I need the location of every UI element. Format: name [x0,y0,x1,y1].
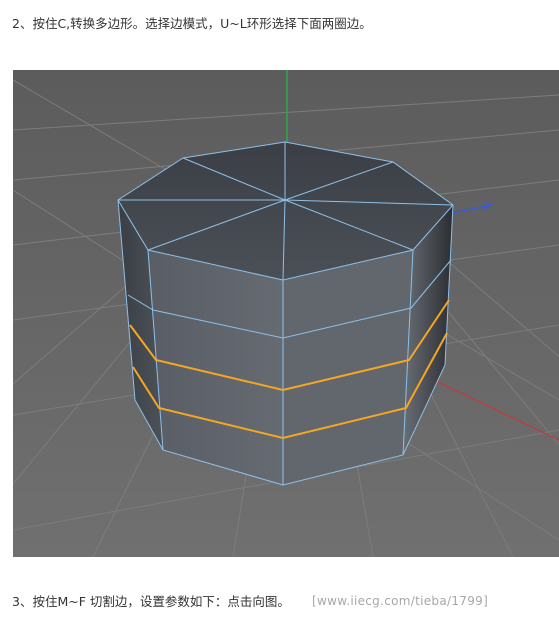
3d-viewport[interactable] [13,70,559,557]
side-face-front-right [283,250,413,485]
step-2-instruction: 2、按住C,转换多边形。选择边模式，U~L环形选择下面两圈边。 [12,16,372,31]
watermark: [www.iiecg.com/tieba/1799] [312,594,489,608]
viewport-canvas[interactable] [13,70,559,557]
side-face-front [148,250,283,485]
step-3-instruction: 3、按住M~F 切割边，设置参数如下：点击向图。 [12,594,290,609]
octagonal-cylinder-mesh[interactable] [117,141,454,486]
